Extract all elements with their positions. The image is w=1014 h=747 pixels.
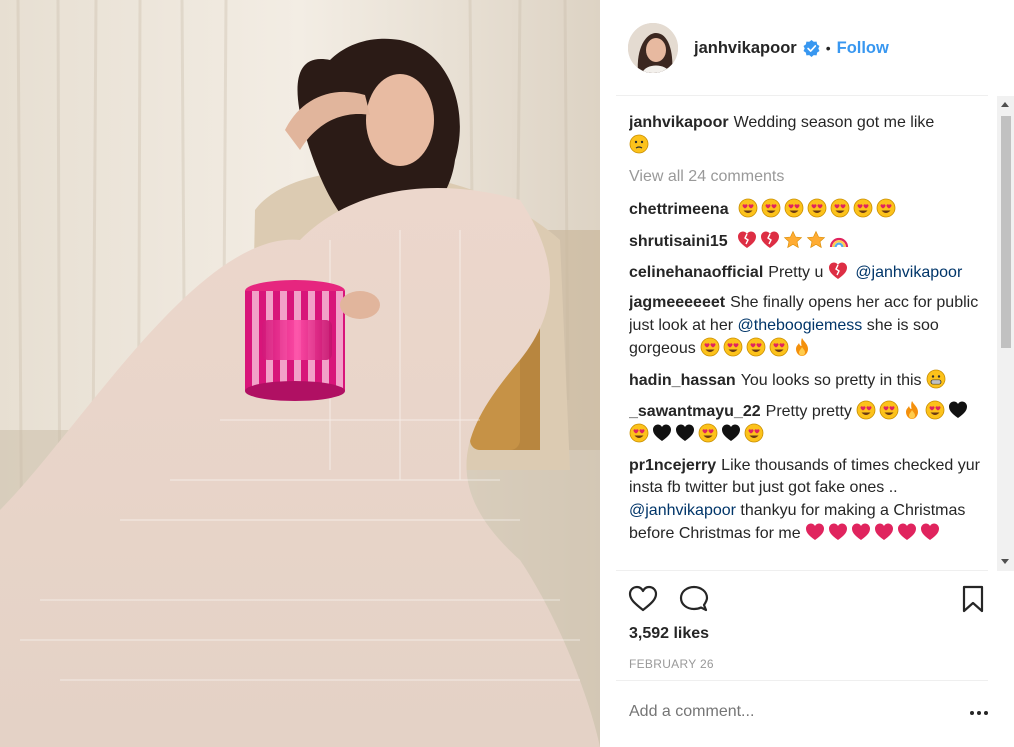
header-divider <box>616 95 988 96</box>
heart-eyes-emoji <box>807 198 827 218</box>
comment-username[interactable]: _sawantmayu_22 <box>629 403 761 420</box>
caption-text: Wedding season got me like <box>733 114 935 131</box>
heart-eyes-emoji <box>853 198 873 218</box>
heart-eyes-emoji <box>698 423 718 443</box>
heart-eyes-emoji <box>769 337 789 357</box>
caption-username[interactable]: janhvikapoor <box>629 114 729 131</box>
heart-eyes-emoji <box>856 400 876 420</box>
bookmark-icon[interactable] <box>958 584 988 614</box>
heart-eyes-emoji <box>744 423 764 443</box>
heart-eyes-emoji <box>761 198 781 218</box>
comment-username[interactable]: jagmeeeeeet <box>629 294 725 311</box>
black-heart-emoji <box>675 423 695 443</box>
header-separator: • <box>825 40 831 56</box>
rainbow-emoji <box>829 230 849 250</box>
heart-emoji <box>828 522 848 542</box>
comment-rows: chettrimeena shrutisaini15 celinehanaoff… <box>629 198 989 545</box>
comment-mention-link[interactable]: @theboogiemess <box>738 317 863 334</box>
speech-bubble-icon[interactable] <box>679 584 709 614</box>
comment-username[interactable]: chettrimeena <box>629 201 729 218</box>
broken-heart-emoji <box>760 230 780 250</box>
broken-heart-emoji <box>737 230 757 250</box>
comment-username[interactable]: pr1ncejerry <box>629 457 716 474</box>
heart-eyes-emoji <box>879 400 899 420</box>
comment-username[interactable]: celinehanaofficial <box>629 264 763 281</box>
heart-eyes-emoji <box>876 198 896 218</box>
add-comment-divider <box>616 680 988 681</box>
comment-mention-link[interactable]: @janhvikapoor <box>629 502 736 519</box>
comment-text: You looks so pretty in this <box>740 371 922 389</box>
heart-eyes-emoji <box>629 423 649 443</box>
post-details-panel: janhvikapoor • Follow janhvikapoor Weddin… <box>600 0 1014 747</box>
actions-divider <box>616 570 988 571</box>
black-heart-emoji <box>652 423 672 443</box>
likes-count[interactable]: 3,592 likes <box>629 625 709 643</box>
heart-outline-icon[interactable] <box>628 584 658 614</box>
star-emoji <box>806 230 826 250</box>
comment-text: Pretty pretty <box>765 403 852 421</box>
heart-eyes-emoji <box>830 198 850 218</box>
worried-face-emoji <box>629 134 649 154</box>
comment-mention-link[interactable]: @janhvikapoor <box>855 264 962 281</box>
heart-eyes-emoji <box>925 400 945 420</box>
comment-username[interactable]: shrutisaini15 <box>629 233 728 250</box>
broken-heart-emoji <box>828 261 848 281</box>
heart-emoji <box>874 522 894 542</box>
avatar[interactable] <box>628 23 678 73</box>
comments-scrollbar[interactable] <box>997 96 1014 571</box>
heart-eyes-emoji <box>784 198 804 218</box>
scroll-down-arrow-icon[interactable] <box>1001 559 1009 564</box>
heart-emoji <box>920 522 940 542</box>
view-all-comments-link[interactable]: View all 24 comments <box>629 166 989 188</box>
comment-row: _sawantmayu_22 Pretty pretty <box>629 400 989 447</box>
star-emoji <box>783 230 803 250</box>
black-heart-emoji <box>948 400 968 420</box>
caption: janhvikapoor Wedding season got me like <box>629 112 989 158</box>
add-comment-input[interactable] <box>629 703 929 721</box>
more-horizontal-icon[interactable] <box>968 705 990 721</box>
post-photo[interactable] <box>0 0 600 747</box>
heart-eyes-emoji <box>746 337 766 357</box>
comment-row: pr1ncejerry Like thousands of times check… <box>629 455 989 546</box>
heart-emoji <box>897 522 917 542</box>
heart-eyes-emoji <box>723 337 743 357</box>
follow-button[interactable]: Follow <box>837 39 889 58</box>
fire-emoji <box>902 400 922 420</box>
scroll-up-arrow-icon[interactable] <box>1001 102 1009 107</box>
comment-text: Pretty u <box>768 264 824 282</box>
comment-username[interactable]: hadin_hassan <box>629 372 736 389</box>
scrollbar-thumb[interactable] <box>1001 116 1011 348</box>
comment-row: chettrimeena <box>629 198 989 221</box>
grin-emoji <box>926 369 946 389</box>
username-link[interactable]: janhvikapoor <box>694 39 797 58</box>
post-photo-illustration <box>0 0 600 747</box>
comment-row: hadin_hassan You looks so pretty in this <box>629 369 989 392</box>
comment-row: shrutisaini15 <box>629 230 989 253</box>
comment-row: jagmeeeeeet She finally opens her acc for… <box>629 292 989 360</box>
post-date[interactable]: FEBRUARY 26 <box>629 657 714 671</box>
heart-eyes-emoji <box>700 337 720 357</box>
post-header: janhvikapoor • Follow <box>600 0 1014 96</box>
heart-emoji <box>805 522 825 542</box>
fire-emoji <box>792 337 812 357</box>
heart-eyes-emoji <box>738 198 758 218</box>
comments-list[interactable]: janhvikapoor Wedding season got me like V… <box>629 112 989 568</box>
heart-emoji <box>851 522 871 542</box>
comment-row: celinehanaofficial Pretty u @janhvikapoor <box>629 261 989 284</box>
avatar-image <box>628 23 678 73</box>
black-heart-emoji <box>721 423 741 443</box>
post-actions <box>628 584 988 614</box>
verified-badge-icon <box>803 39 820 57</box>
